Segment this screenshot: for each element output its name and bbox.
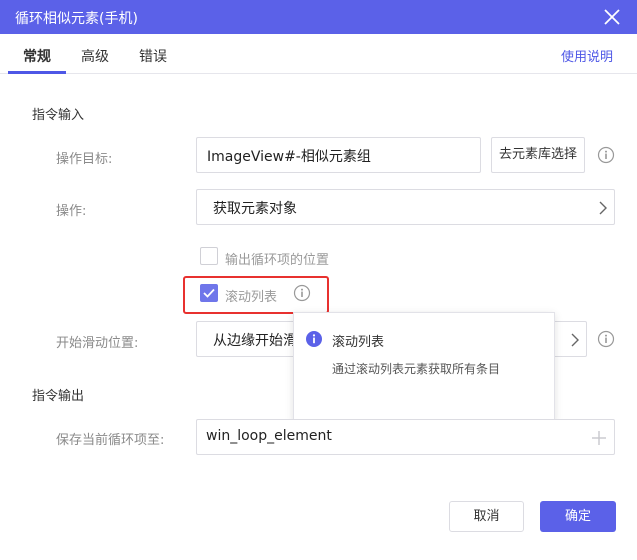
- tooltip-body: 通过滚动列表元素获取所有条目: [332, 362, 501, 376]
- action-label: 操作:: [56, 204, 87, 219]
- tab-error[interactable]: 错误: [139, 46, 167, 66]
- chevron-right-icon: [571, 333, 579, 347]
- active-tab-indicator: [8, 71, 66, 74]
- cancel-button[interactable]: 取消: [449, 501, 524, 532]
- dialog-title: 循环相似元素(手机): [15, 11, 138, 27]
- tab-general[interactable]: 常规: [23, 46, 51, 66]
- element-library-button[interactable]: 去元素库选择: [491, 137, 585, 173]
- help-link[interactable]: 使用说明: [561, 46, 613, 65]
- plus-icon[interactable]: [591, 430, 607, 446]
- save-label: 保存当前循环项至:: [56, 433, 165, 448]
- scroll-list-tooltip: 滚动列表 通过滚动列表元素获取所有条目: [293, 312, 555, 422]
- output-position-label: 输出循环项的位置: [225, 253, 330, 268]
- tooltip-title: 滚动列表: [332, 335, 385, 350]
- save-variable-input[interactable]: win_loop_element: [196, 419, 615, 455]
- dialog-titlebar: 循环相似元素(手机): [0, 0, 637, 34]
- output-position-checkbox[interactable]: [200, 247, 218, 265]
- input-section-title: 指令输入: [32, 108, 85, 123]
- tab-advanced[interactable]: 高级: [81, 46, 109, 66]
- action-select[interactable]: 获取元素对象: [196, 189, 615, 225]
- ok-button[interactable]: 确定: [540, 501, 616, 532]
- target-value: ImageView#-相似元素组: [207, 149, 371, 165]
- target-label: 操作目标:: [56, 152, 113, 167]
- scroll-start-label: 开始滑动位置:: [56, 336, 139, 351]
- output-section-title: 指令输出: [32, 389, 85, 404]
- info-icon[interactable]: [597, 330, 615, 348]
- highlight-box: [183, 276, 329, 314]
- save-variable-value: win_loop_element: [206, 428, 332, 444]
- action-value: 获取元素对象: [213, 201, 297, 217]
- chevron-right-icon: [599, 201, 607, 215]
- target-input[interactable]: ImageView#-相似元素组: [196, 137, 481, 173]
- info-filled-icon: [306, 331, 322, 347]
- tab-bar: 常规 高级 错误 使用说明: [0, 34, 637, 74]
- info-icon[interactable]: [597, 146, 615, 164]
- close-icon[interactable]: [601, 6, 623, 28]
